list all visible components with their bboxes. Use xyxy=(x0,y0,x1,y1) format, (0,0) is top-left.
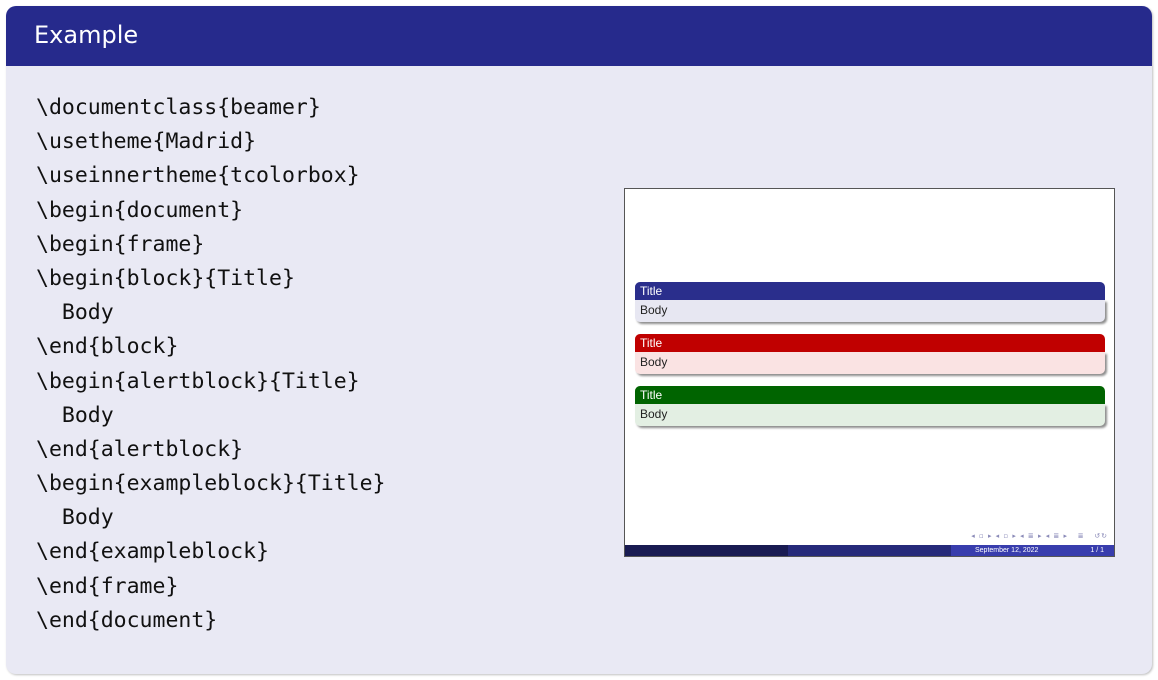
code-line: \documentclass{beamer} xyxy=(36,95,321,120)
block-body: Body xyxy=(635,404,1105,426)
slide-preview: Title Body Title Body Title Body ◂ ▫ ▸ ◂… xyxy=(624,188,1115,557)
code-line: \end{document} xyxy=(36,607,218,633)
example-header: Example xyxy=(6,6,1152,66)
code-line: \begin{block}{Title} xyxy=(36,265,295,291)
code-line: \end{frame} xyxy=(36,573,179,599)
block-alert: Title Body xyxy=(635,334,1105,374)
footer-title-segment xyxy=(788,545,951,556)
block-title: Title xyxy=(635,386,1105,404)
code-line: \begin{exampleblock}{Title} xyxy=(36,471,386,497)
block-standard: Title Body xyxy=(635,282,1105,322)
code-line: \end{exampleblock} xyxy=(36,539,269,565)
code-line: \begin{alertblock}{Title} xyxy=(36,368,360,394)
code-line: \end{alertblock} xyxy=(36,436,244,462)
block-body: Body xyxy=(635,300,1105,322)
block-title: Title xyxy=(635,334,1105,352)
navigation-symbols-icon: ◂ ▫ ▸ ◂ ▫ ▸ ◂ ≣ ▸ ◂ ≣ ▸ ≣ ↺↻ xyxy=(971,532,1108,540)
example-box: Example \documentclass{beamer} \usetheme{… xyxy=(6,6,1152,674)
footer-date: September 12, 2022 xyxy=(975,547,1039,554)
code-line: Body xyxy=(36,300,114,326)
block-example: Title Body xyxy=(635,386,1105,426)
code-line: \begin{frame} xyxy=(36,231,205,257)
block-body: Body xyxy=(635,352,1105,374)
code-line: Body xyxy=(36,402,114,428)
block-title: Title xyxy=(635,282,1105,300)
footer-author-segment xyxy=(625,545,788,556)
example-title: Example xyxy=(34,21,139,49)
code-line: Body xyxy=(36,505,114,531)
footer-page-number: 1 / 1 xyxy=(1090,547,1104,554)
code-line: \useinnertheme{tcolorbox} xyxy=(36,163,360,189)
code-listing: \documentclass{beamer} \usetheme{Madrid} \… xyxy=(36,91,386,638)
code-line: \begin{document} xyxy=(36,197,244,223)
slide-footer: September 12, 2022 1 / 1 xyxy=(625,545,1114,556)
code-line: \end{block} xyxy=(36,334,179,360)
code-line: \usetheme{Madrid} xyxy=(36,129,257,155)
